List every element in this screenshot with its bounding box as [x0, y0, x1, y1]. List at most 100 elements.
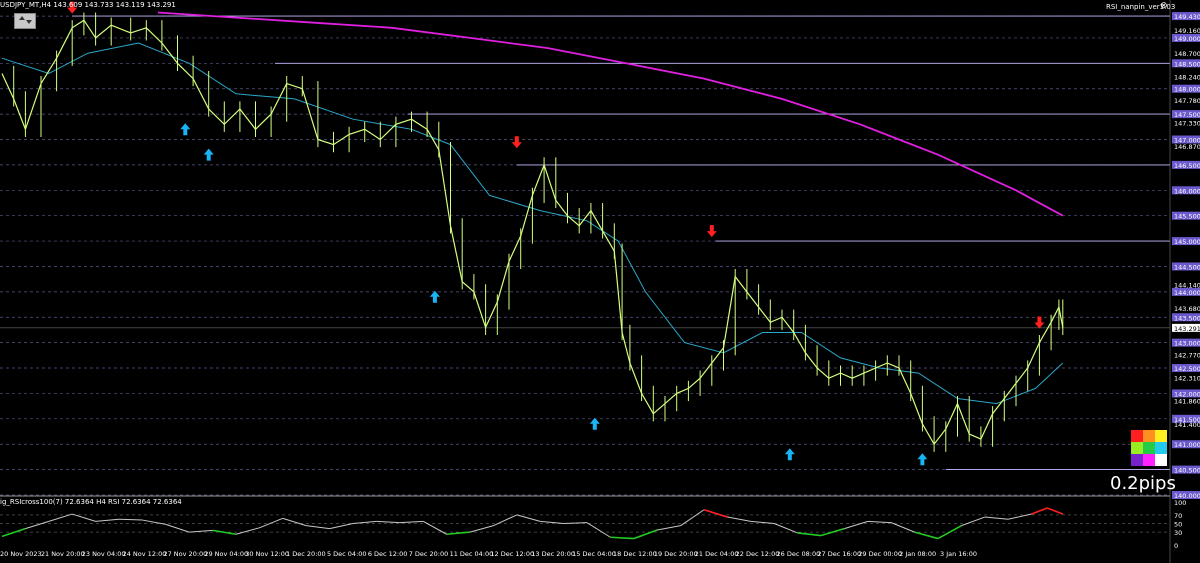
price-axis-label: 140.500 — [1174, 467, 1200, 475]
time-axis-label: 24 Nov 12:00 — [123, 550, 167, 558]
time-axis-label: 3 Jan 16:00 — [940, 550, 977, 558]
time-axis-label: 20 Nov 2023 — [0, 550, 42, 558]
arrow-down-icon — [1034, 316, 1045, 329]
rsi-segment — [376, 520, 400, 524]
rsi-segment — [540, 520, 564, 524]
time-axis-label: 13 Dec 20:00 — [531, 550, 575, 558]
arrow-up-icon — [784, 448, 795, 461]
rsi-segment — [797, 532, 822, 537]
rsi-segment — [914, 531, 939, 540]
color-swatch[interactable] — [1155, 442, 1167, 454]
price-axis-label: 142.500 — [1174, 365, 1200, 373]
rsi-segment — [1, 527, 26, 538]
rsi-axis-label: 70 — [1174, 512, 1182, 520]
rsi-segment — [867, 520, 892, 524]
time-axis-label: 1 Dec 20:00 — [286, 550, 326, 558]
time-axis-label: 12 Dec 12:00 — [490, 550, 534, 558]
price-axis-label: 143.291 — [1174, 325, 1200, 333]
price-axis-label: 146.000 — [1174, 187, 1200, 195]
rsi-segment — [1031, 507, 1048, 515]
time-axis-label: 30 Nov 12:00 — [245, 550, 289, 558]
price-axis-label: 144.500 — [1174, 263, 1200, 271]
rsi-axis-label: 50 — [1174, 521, 1182, 529]
color-palette[interactable] — [1131, 430, 1167, 466]
time-axis-label: 21 Dec 04:00 — [695, 550, 739, 558]
rsi-segment — [399, 520, 424, 524]
time-axis: 20 Nov 2023 21 Nov 20:0023 Nov 04:0024 No… — [0, 550, 977, 558]
time-axis-label: 5 Dec 04:00 — [327, 550, 367, 558]
color-swatch[interactable] — [1155, 454, 1167, 466]
price-axis-label: 142.770 — [1174, 351, 1200, 359]
color-swatch[interactable] — [1143, 454, 1155, 466]
mt4-chart-window[interactable]: 149.430 149.160 149.000 148.700 148.500 148.2… — [0, 0, 1200, 563]
color-swatch[interactable] — [1155, 430, 1167, 442]
price-axis-label: 148.000 — [1174, 86, 1200, 94]
rsi-segment — [937, 524, 962, 540]
rsi-segment — [118, 518, 143, 521]
time-axis-label: 23 Nov 04:00 — [82, 550, 126, 558]
rsi-axis-label: 100 — [1174, 499, 1186, 507]
close-icon[interactable]: ⊗ — [1160, 1, 1168, 11]
rsi-segment — [259, 517, 283, 529]
price-axis-label: 145.000 — [1174, 238, 1200, 246]
rsi-segment — [493, 514, 518, 527]
rsi-label: ig_RSIcross100(7) 72.6364 H4 RSI 72.6364… — [0, 498, 182, 506]
rsi-segment — [774, 523, 798, 534]
color-swatch[interactable] — [1143, 442, 1155, 454]
price-axis-label: 143.000 — [1174, 340, 1200, 348]
color-swatch[interactable] — [1131, 442, 1143, 454]
arrow-up-icon — [429, 290, 440, 303]
time-axis-label: 7 Dec 20:00 — [409, 550, 449, 558]
time-axis-label: 27 Nov 20:00 — [163, 550, 207, 558]
rsi-subwindow[interactable]: 100 705030 0 — [0, 499, 1186, 550]
time-axis-label: 2 Jan 08:00 — [899, 550, 936, 558]
collapse-button[interactable] — [14, 13, 36, 29]
grid-lines — [0, 15, 1170, 496]
rsi-segment — [95, 518, 120, 522]
symbol-info: USDJPY_MT,H4 143.609 143.733 143.119 143… — [0, 1, 176, 9]
rsi-axis-label: 30 — [1174, 529, 1182, 537]
time-axis-label: 15 Dec 04:00 — [572, 550, 616, 558]
price-axis-label: 149.160 — [1174, 27, 1200, 35]
time-axis-label: 29 Nov 04:00 — [204, 550, 248, 558]
color-swatch[interactable] — [1143, 430, 1155, 442]
rsi-segment — [984, 516, 1009, 520]
price-axis-label: 142.310 — [1174, 375, 1200, 383]
rsi-segment — [727, 516, 751, 522]
rsi-segment — [1046, 507, 1064, 515]
price-axis-label: 146.500 — [1174, 162, 1200, 170]
time-axis-label: 18 Dec 12:00 — [613, 550, 657, 558]
arrow-up-icon — [203, 148, 214, 161]
rsi-segment — [703, 508, 728, 518]
price-chart[interactable]: 149.430 149.160149.000 148.700 148.500 148.2… — [0, 0, 1200, 563]
price-axis-label: 145.500 — [1174, 213, 1200, 221]
price-axis-label: 148.500 — [1174, 60, 1200, 68]
time-axis-label: 11 Dec 04:00 — [450, 550, 494, 558]
price-axis-label: 141.000 — [1174, 441, 1200, 449]
arrow-down-icon — [706, 225, 717, 238]
color-swatch[interactable] — [1131, 454, 1143, 466]
price-axis-label: 147.500 — [1174, 111, 1200, 119]
price-axis-label: 148.240 — [1174, 74, 1200, 82]
time-axis-label: 26 Dec 08:00 — [777, 550, 821, 558]
rsi-segment — [329, 523, 354, 530]
signal-arrows — [67, 1, 1045, 466]
time-axis-label: 21 Nov 20:00 — [41, 550, 85, 558]
price-axis-label: 147.330 — [1174, 120, 1200, 128]
color-swatch[interactable] — [1131, 430, 1143, 442]
rsi-axis-label: 0 — [1174, 542, 1178, 550]
price-axis-label: 146.870 — [1174, 143, 1200, 151]
rsi-segment — [844, 520, 868, 530]
rsi-segment — [961, 516, 985, 527]
rsi-segment — [516, 514, 541, 522]
time-axis-label: 29 Dec 00:00 — [858, 550, 902, 558]
price-axis-label: 149.430 — [1174, 13, 1200, 21]
time-axis-label: 22 Dec 12:00 — [736, 550, 780, 558]
time-axis-label: 19 Dec 20:00 — [654, 550, 698, 558]
price-axis-label: 143.500 — [1174, 314, 1200, 322]
price-axis: 149.430 149.160149.000 148.700 148.500 148.2… — [0, 0, 1200, 563]
price-axis-label: 147.780 — [1174, 97, 1200, 105]
chevron-down-icon — [26, 20, 32, 24]
rsi-segment — [306, 525, 330, 530]
rsi-segment — [633, 529, 658, 540]
